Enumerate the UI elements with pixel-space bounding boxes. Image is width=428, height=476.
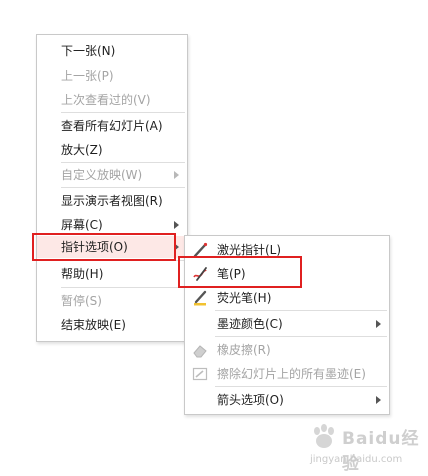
menu-item-previous-label: 上一张(P) <box>61 69 114 83</box>
menu-item-next[interactable]: 下一张(N) <box>37 40 187 62</box>
menu-item-custom-show-label: 自定义放映(W) <box>61 168 143 182</box>
menu-item-help[interactable]: 帮助(H) <box>37 263 187 285</box>
chevron-right-icon <box>376 320 381 328</box>
submenu-item-erase-all: 擦除幻灯片上的所有墨迹(E) <box>185 363 389 385</box>
menu-item-pointer-options-label: 指针选项(O) <box>61 240 128 254</box>
menu-separator <box>61 260 185 261</box>
menu-item-screen-label: 屏幕(C) <box>61 218 103 232</box>
menu-separator <box>61 187 185 188</box>
laser-pointer-icon <box>191 241 209 259</box>
pointer-options-submenu: 激光指针(L) 笔(P) 荧光笔(H) 墨迹颜色(C) 橡皮擦(R) 擦除幻灯片… <box>184 235 390 415</box>
submenu-item-laser-pointer-label: 激光指针(L) <box>217 243 282 257</box>
submenu-item-laser-pointer[interactable]: 激光指针(L) <box>185 239 389 261</box>
menu-item-help-label: 帮助(H) <box>61 267 104 281</box>
highlighter-icon <box>191 289 209 307</box>
menu-item-end-show-label: 结束放映(E) <box>61 318 126 332</box>
menu-item-previous: 上一张(P) <box>37 65 187 87</box>
submenu-item-eraser: 橡皮擦(R) <box>185 339 389 361</box>
menu-item-last-viewed: 上次查看过的(V) <box>37 89 187 111</box>
menu-item-last-viewed-label: 上次查看过的(V) <box>61 93 151 107</box>
submenu-separator <box>215 310 387 311</box>
slideshow-context-menu: 下一张(N) 上一张(P) 上次查看过的(V) 查看所有幻灯片(A) 放大(Z)… <box>36 34 188 342</box>
menu-item-view-all[interactable]: 查看所有幻灯片(A) <box>37 115 187 137</box>
menu-separator <box>61 162 185 163</box>
chevron-right-icon <box>376 396 381 404</box>
menu-item-zoom-label: 放大(Z) <box>61 143 103 157</box>
submenu-item-highlighter-label: 荧光笔(H) <box>217 291 272 305</box>
submenu-item-erase-all-label: 擦除幻灯片上的所有墨迹(E) <box>217 367 366 381</box>
erase-all-ink-icon <box>191 365 209 383</box>
menu-item-pointer-options[interactable]: 指针选项(O) <box>37 236 187 258</box>
watermark-url: jingyan.baidu.com <box>310 454 403 465</box>
submenu-item-arrow-options[interactable]: 箭头选项(O) <box>185 389 389 411</box>
pen-icon <box>191 265 209 283</box>
menu-separator <box>61 287 185 288</box>
submenu-item-pen[interactable]: 笔(P) <box>185 263 389 285</box>
submenu-item-arrow-options-label: 箭头选项(O) <box>217 393 284 407</box>
eraser-icon <box>191 341 209 359</box>
menu-item-presenter-view[interactable]: 显示演示者视图(R) <box>37 190 187 212</box>
submenu-item-ink-color[interactable]: 墨迹颜色(C) <box>185 313 389 335</box>
chevron-right-icon <box>174 221 179 229</box>
menu-item-end-show[interactable]: 结束放映(E) <box>37 314 187 336</box>
chevron-right-icon <box>174 243 179 251</box>
menu-item-screen[interactable]: 屏幕(C) <box>37 214 187 236</box>
menu-item-presenter-view-label: 显示演示者视图(R) <box>61 194 163 208</box>
menu-separator <box>61 112 185 113</box>
submenu-separator <box>215 386 387 387</box>
submenu-item-ink-color-label: 墨迹颜色(C) <box>217 317 283 331</box>
menu-item-zoom[interactable]: 放大(Z) <box>37 139 187 161</box>
submenu-item-highlighter[interactable]: 荧光笔(H) <box>185 287 389 309</box>
menu-item-pause-label: 暂停(S) <box>61 294 102 308</box>
submenu-item-eraser-label: 橡皮擦(R) <box>217 343 271 357</box>
menu-item-custom-show: 自定义放映(W) <box>37 164 187 186</box>
paw-logo-icon <box>310 424 338 453</box>
submenu-separator <box>215 336 387 337</box>
baidu-jingyan-watermark: Baidu经验 jingyan.baidu.com <box>310 422 422 474</box>
watermark-logo-text: Baidu经验 <box>342 429 420 474</box>
chevron-right-icon <box>174 171 179 179</box>
menu-item-next-label: 下一张(N) <box>61 44 116 58</box>
menu-item-pause: 暂停(S) <box>37 290 187 312</box>
menu-item-view-all-label: 查看所有幻灯片(A) <box>61 119 163 133</box>
submenu-item-pen-label: 笔(P) <box>217 267 246 281</box>
